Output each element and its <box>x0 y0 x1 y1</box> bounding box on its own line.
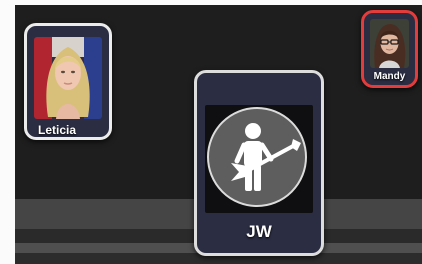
guitar-player-icon <box>207 107 307 207</box>
profile-picker-screen: Leticia Mandy JW <box>15 5 422 264</box>
profile-card-leticia[interactable]: Leticia <box>24 23 112 140</box>
avatar <box>205 105 313 213</box>
profile-name: Mandy <box>373 71 406 82</box>
profile-card-jw[interactable]: JW <box>194 70 324 256</box>
avatar <box>34 37 102 119</box>
profile-name: JW <box>246 222 272 241</box>
profile-name: Leticia <box>38 123 77 137</box>
profile-card-mandy[interactable]: Mandy <box>361 10 418 88</box>
avatar <box>370 19 409 68</box>
